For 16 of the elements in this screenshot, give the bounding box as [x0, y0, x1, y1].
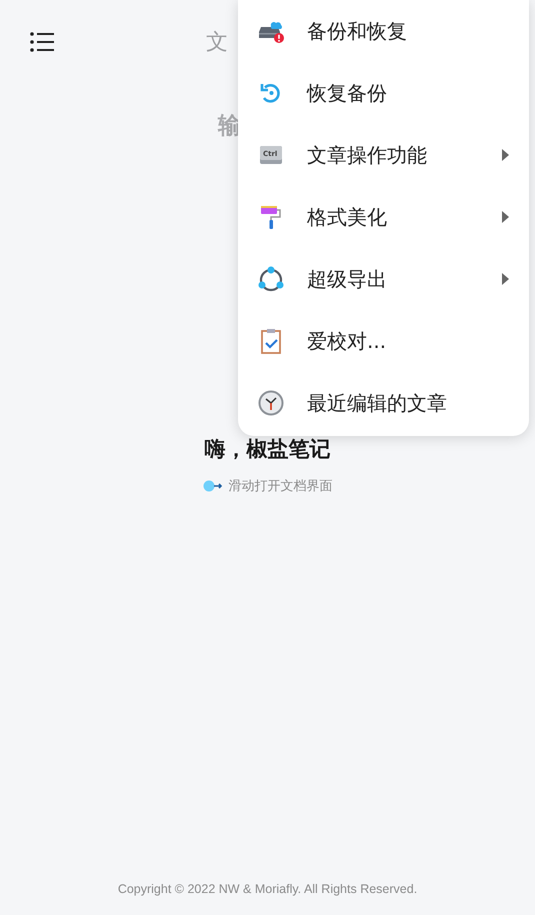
menu-item[interactable]: 格式美化	[238, 186, 529, 248]
share-nodes-icon	[257, 266, 285, 292]
menu-item[interactable]: 超级导出	[238, 248, 529, 310]
clipboard-check-icon	[260, 328, 282, 354]
swipe-icon	[202, 480, 222, 492]
welcome-title: 嗨，椒盐笔记	[204, 436, 330, 463]
copyright-text: Copyright © 2022 NW & Moriafly. All Rights Reserved.	[118, 882, 418, 896]
menu-item[interactable]: 备份和恢复	[238, 0, 529, 62]
menu-item[interactable]: 最近编辑的文章	[238, 372, 529, 434]
swipe-hint: 滑动打开文档界面	[228, 478, 332, 495]
paint-roller-icon	[259, 204, 283, 230]
menu-item[interactable]: 爱校对...	[238, 310, 529, 372]
menu-item[interactable]: 恢复备份	[238, 62, 529, 124]
menu-icon[interactable]	[30, 32, 56, 52]
page-title: 文	[206, 29, 228, 57]
clock-icon	[258, 390, 284, 416]
